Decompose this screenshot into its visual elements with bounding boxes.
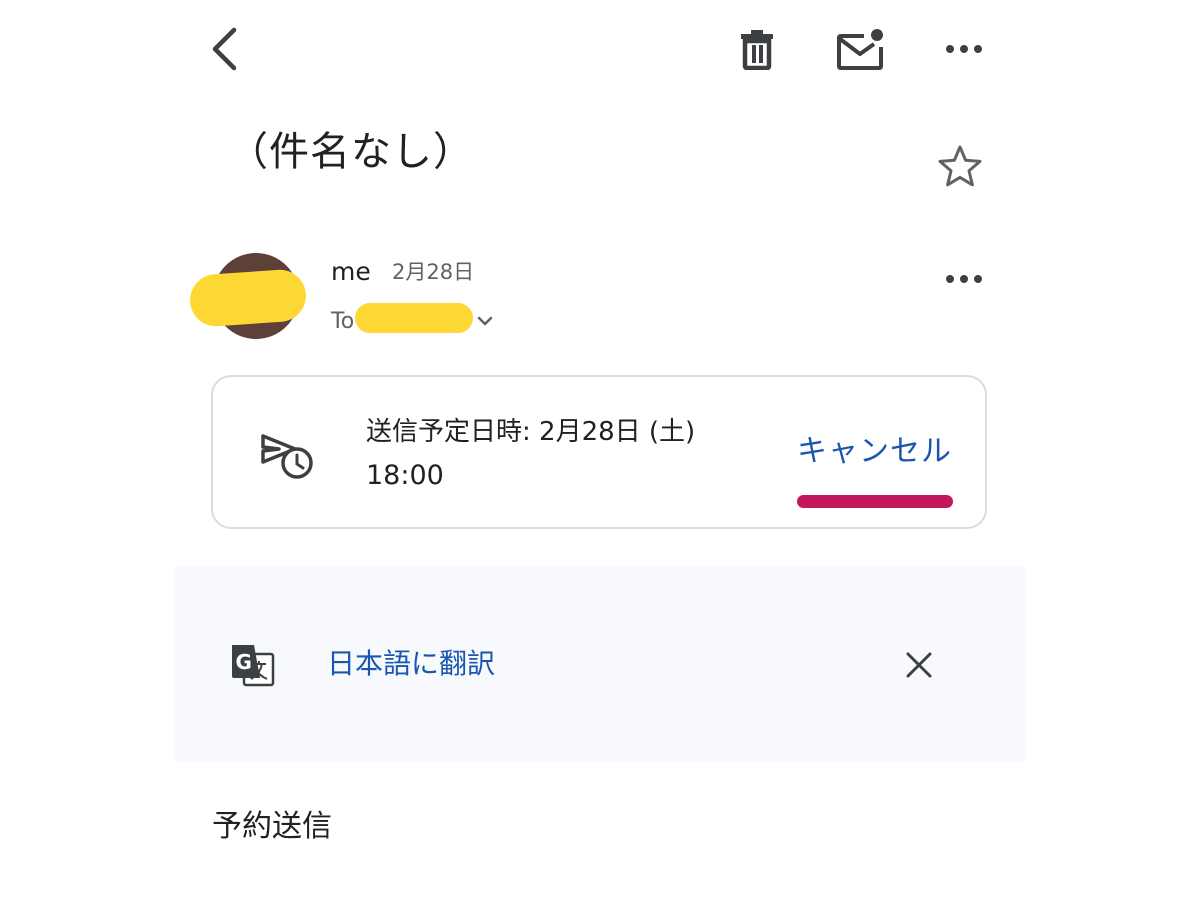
- more-options-button[interactable]: [940, 32, 988, 66]
- redaction-mark: [188, 268, 308, 328]
- trash-icon: [741, 30, 773, 70]
- recipient-label: To: [331, 309, 355, 334]
- chevron-left-icon: [212, 27, 237, 71]
- more-horizontal-icon: [946, 45, 982, 53]
- message-more-button[interactable]: [940, 262, 988, 296]
- cancel-schedule-button[interactable]: キャンセル: [797, 432, 952, 472]
- more-horizontal-icon: [946, 275, 982, 283]
- recipient-details-button[interactable]: [476, 312, 494, 331]
- recipient-redaction: [355, 303, 473, 333]
- email-view: （件名なし） me 2月28日 To 送信予定日時: 2月28日 (土) 18:…: [0, 0, 1200, 900]
- delete-button[interactable]: [733, 24, 781, 74]
- chevron-down-icon: [477, 316, 493, 326]
- star-outline-icon: [938, 145, 982, 187]
- email-subject: （件名なし）: [228, 129, 474, 175]
- sender-name: me: [331, 257, 371, 286]
- star-button[interactable]: [934, 140, 986, 192]
- svg-text:G: G: [236, 650, 252, 674]
- highlight-underline: [797, 495, 953, 508]
- email-body: 予約送信: [212, 809, 332, 844]
- scheduled-datetime: 送信予定日時: 2月28日 (土): [366, 417, 696, 447]
- mark-unread-button[interactable]: [835, 24, 887, 74]
- close-icon: [906, 652, 932, 678]
- scheduled-send-icon: [259, 432, 317, 484]
- mail-unread-icon: [837, 29, 883, 70]
- scheduled-time: 18:00: [366, 460, 444, 491]
- close-translate-button[interactable]: [896, 642, 942, 688]
- translate-link[interactable]: 日本語に翻訳: [327, 644, 495, 684]
- sent-date: 2月28日: [392, 260, 475, 284]
- back-button[interactable]: [198, 22, 250, 76]
- google-translate-icon: G: [230, 642, 276, 692]
